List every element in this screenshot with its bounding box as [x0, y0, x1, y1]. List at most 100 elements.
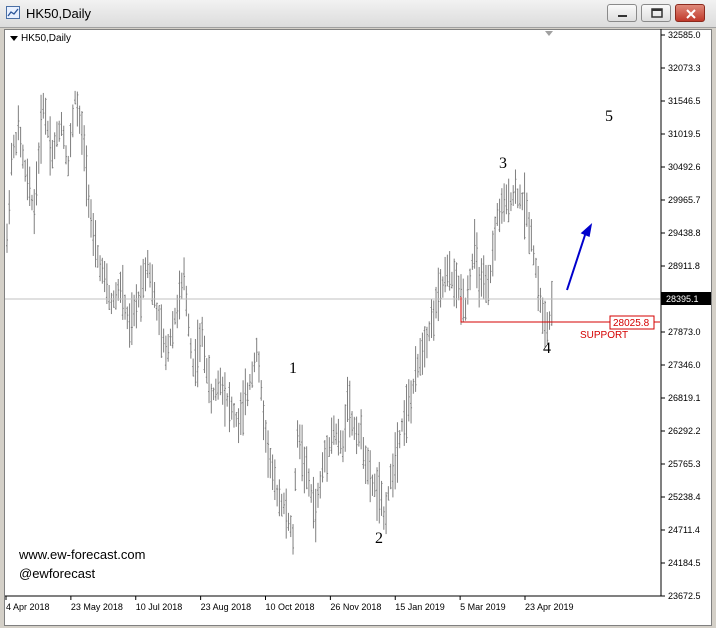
- ohlc-bar: [303, 446, 306, 494]
- ohlc-bar: [135, 284, 138, 329]
- ohlc-bar: [267, 430, 270, 478]
- ohlc-bar: [323, 440, 326, 473]
- ohlc-bar: [242, 380, 245, 436]
- ohlc-bar: [185, 285, 188, 317]
- ohlc-bar: [62, 125, 65, 149]
- ohlc-bar: [192, 358, 195, 377]
- ohlc-bar: [450, 271, 453, 289]
- ohlc-bar: [414, 346, 417, 392]
- ohlc-bar: [292, 524, 295, 555]
- ohlc-bar: [271, 454, 274, 491]
- ohlc-bar: [114, 282, 117, 310]
- ohlc-bar: [326, 435, 329, 482]
- ohlc-bar: [257, 351, 260, 383]
- ohlc-bar: [505, 184, 508, 215]
- ohlc-bar: [294, 468, 297, 492]
- ohlc-bar: [205, 358, 208, 384]
- ohlc-bar: [17, 105, 20, 141]
- ohlc-bar: [366, 447, 369, 485]
- ohlc-bar: [160, 304, 163, 358]
- ohlc-bar: [78, 105, 81, 134]
- ohlc-bar: [194, 338, 197, 387]
- ohlc-bar: [466, 275, 469, 305]
- ohlc-bar: [128, 303, 131, 348]
- wave-label-5: 5: [605, 108, 613, 125]
- ohlc-bar: [389, 463, 392, 490]
- y-tick-label: 23672.5: [668, 591, 701, 601]
- ohlc-bar: [491, 230, 494, 277]
- ohlc-bar: [496, 203, 499, 226]
- ohlc-bar: [475, 232, 478, 289]
- ohlc-bar: [276, 484, 279, 507]
- watermark-handle: @ewforecast: [19, 566, 96, 581]
- ohlc-bar: [44, 97, 47, 135]
- ohlc-bar: [15, 132, 18, 156]
- ohlc-bar: [532, 245, 535, 266]
- ohlc-bar: [124, 294, 127, 320]
- ohlc-bar: [58, 120, 61, 142]
- ohlc-bar: [53, 132, 56, 160]
- ohlc-bar: [405, 384, 408, 444]
- ohlc-bar: [237, 408, 240, 444]
- ohlc-bar: [353, 416, 356, 440]
- ohlc-bar: [360, 409, 363, 450]
- watermark-site: www.ew-forecast.com: [19, 547, 146, 562]
- ohlc-bar: [400, 418, 403, 432]
- y-tick-label: 29965.7: [668, 195, 701, 205]
- ohlc-bar: [35, 161, 38, 206]
- ohlc-bar: [428, 321, 431, 342]
- ohlc-bar: [523, 172, 526, 240]
- ohlc-bar: [255, 337, 258, 362]
- ohlc-bar: [314, 488, 317, 543]
- ohlc-bar: [219, 367, 222, 396]
- ohlc-bar: [260, 380, 263, 401]
- ohlc-bar: [362, 437, 365, 469]
- ohlc-bar: [282, 492, 285, 515]
- ohlc-bar: [169, 328, 172, 346]
- wave-label-3: 3: [499, 155, 507, 172]
- ohlc-bar: [416, 353, 419, 378]
- ohlc-bar: [198, 323, 201, 363]
- ohlc-bar: [171, 311, 174, 349]
- ohlc-bar: [96, 245, 99, 268]
- ohlc-bar: [101, 257, 104, 284]
- ohlc-bar: [289, 515, 292, 538]
- ohlc-bar: [430, 298, 433, 339]
- ohlc-bar: [164, 335, 167, 371]
- ohlc-bar: [446, 254, 449, 287]
- ohlc-bar: [251, 361, 254, 388]
- ohlc-bar: [212, 387, 215, 401]
- ohlc-bar: [10, 142, 13, 176]
- ohlc-bar: [455, 262, 458, 309]
- ohlc-bar: [40, 94, 43, 164]
- ohlc-bar: [230, 396, 233, 420]
- ohlc-bar: [119, 271, 122, 303]
- ohlc-bar: [396, 422, 399, 483]
- ohlc-bar: [469, 268, 472, 291]
- ohlc-bar: [435, 286, 438, 319]
- ohlc-bar: [253, 352, 256, 373]
- ohlc-bar: [534, 257, 537, 278]
- ohlc-bar: [30, 194, 33, 211]
- ohlc-bar: [528, 212, 531, 255]
- ohlc-bar: [285, 488, 288, 539]
- ohlc-bar: [494, 216, 497, 261]
- ohlc-bar: [233, 403, 235, 428]
- ohlc-bar: [419, 338, 422, 376]
- y-tick-label: 27873.0: [668, 327, 701, 337]
- ohlc-bar: [332, 415, 335, 445]
- ohlc-bar: [60, 111, 63, 136]
- ohlc-bar: [444, 256, 447, 293]
- ohlc-bar: [516, 188, 519, 209]
- ohlc-bar: [412, 378, 415, 394]
- ohlc-bar: [328, 437, 331, 457]
- ohlc-bar: [183, 257, 186, 291]
- ohlc-bar: [391, 453, 394, 498]
- ohlc-bar: [278, 479, 281, 517]
- ohlc-bar: [301, 424, 304, 482]
- ohlc-bar: [8, 190, 11, 225]
- ohlc-bar: [167, 333, 170, 362]
- ohlc-bar: [448, 251, 451, 291]
- y-tick-label: 30492.6: [668, 162, 701, 172]
- y-tick-label: 24184.5: [668, 558, 701, 568]
